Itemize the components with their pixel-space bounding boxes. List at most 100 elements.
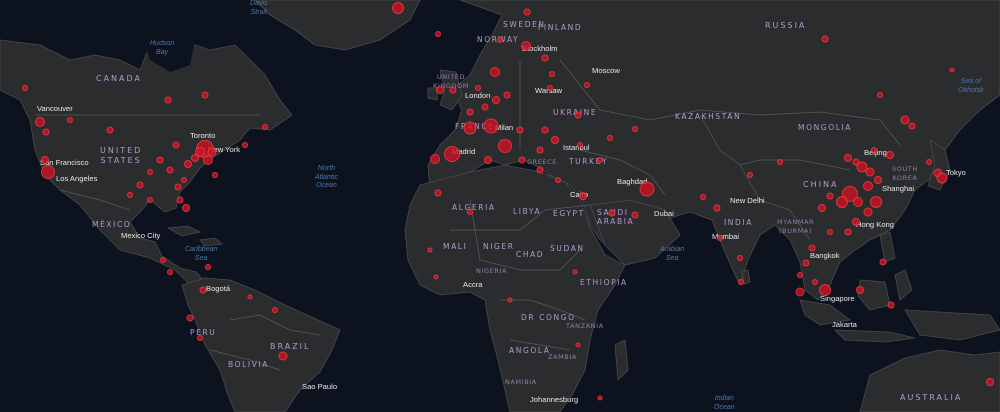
case-bubble[interactable] xyxy=(608,209,616,217)
case-bubble[interactable] xyxy=(172,141,180,149)
case-bubble[interactable] xyxy=(436,86,444,94)
case-bubble[interactable] xyxy=(574,111,582,119)
case-bubble[interactable] xyxy=(272,307,278,313)
case-bubble[interactable] xyxy=(821,35,829,43)
case-bubble[interactable] xyxy=(877,92,883,98)
case-bubble[interactable] xyxy=(199,286,207,294)
case-bubble[interactable] xyxy=(136,181,144,189)
case-bubble[interactable] xyxy=(863,181,873,191)
case-bubble[interactable] xyxy=(203,155,213,165)
case-bubble[interactable] xyxy=(498,139,512,153)
case-bubble[interactable] xyxy=(106,126,114,134)
case-bubble[interactable] xyxy=(949,67,955,73)
case-bubble[interactable] xyxy=(886,151,894,159)
case-bubble[interactable] xyxy=(836,196,848,208)
case-bubble[interactable] xyxy=(278,351,288,361)
case-bubble[interactable] xyxy=(201,91,209,99)
case-bubble[interactable] xyxy=(579,192,587,200)
case-bubble[interactable] xyxy=(160,257,166,263)
case-bubble[interactable] xyxy=(737,255,743,261)
case-bubble[interactable] xyxy=(463,121,477,135)
case-bubble[interactable] xyxy=(819,284,831,296)
case-bubble[interactable] xyxy=(717,235,723,241)
case-bubble[interactable] xyxy=(127,192,133,198)
case-bubble[interactable] xyxy=(818,204,826,212)
case-bubble[interactable] xyxy=(156,156,164,164)
case-bubble[interactable] xyxy=(597,157,603,163)
case-bubble[interactable] xyxy=(584,82,590,88)
case-bubble[interactable] xyxy=(812,279,818,285)
case-bubble[interactable] xyxy=(181,177,187,183)
case-bubble[interactable] xyxy=(22,85,28,91)
case-bubble[interactable] xyxy=(444,146,460,162)
case-bubble[interactable] xyxy=(41,165,55,179)
case-bubble[interactable] xyxy=(713,204,721,212)
case-bubble[interactable] xyxy=(262,124,268,130)
case-bubble[interactable] xyxy=(575,342,581,348)
case-bubble[interactable] xyxy=(879,258,887,266)
case-bubble[interactable] xyxy=(35,117,45,127)
case-bubble[interactable] xyxy=(555,177,561,183)
case-bubble[interactable] xyxy=(863,207,873,217)
case-bubble[interactable] xyxy=(802,259,810,267)
case-bubble[interactable] xyxy=(631,211,639,219)
case-bubble[interactable] xyxy=(607,135,613,141)
world-map[interactable]: Hudson Bay Davis Strait North Atlantic O… xyxy=(0,0,1000,412)
case-bubble[interactable] xyxy=(242,142,248,148)
case-bubble[interactable] xyxy=(41,156,49,164)
case-bubble[interactable] xyxy=(865,167,875,177)
case-bubble[interactable] xyxy=(632,126,638,132)
case-bubble[interactable] xyxy=(167,269,173,275)
case-bubble[interactable] xyxy=(572,269,578,275)
case-bubble[interactable] xyxy=(433,274,439,280)
case-bubble[interactable] xyxy=(577,142,583,148)
case-bubble[interactable] xyxy=(936,172,948,184)
case-bubble[interactable] xyxy=(871,147,877,153)
case-bubble[interactable] xyxy=(503,91,511,99)
case-bubble[interactable] xyxy=(483,118,499,134)
case-bubble[interactable] xyxy=(547,85,553,91)
case-bubble[interactable] xyxy=(186,314,194,322)
case-bubble[interactable] xyxy=(549,71,555,77)
case-bubble[interactable] xyxy=(516,126,524,134)
case-bubble[interactable] xyxy=(639,181,655,197)
case-bubble[interactable] xyxy=(434,189,442,197)
case-bubble[interactable] xyxy=(597,395,603,401)
case-bubble[interactable] xyxy=(247,294,253,300)
case-bubble[interactable] xyxy=(827,229,833,235)
case-bubble[interactable] xyxy=(747,172,753,178)
case-bubble[interactable] xyxy=(481,103,489,111)
case-bubble[interactable] xyxy=(844,154,852,162)
case-bubble[interactable] xyxy=(435,31,441,37)
case-bubble[interactable] xyxy=(166,166,174,174)
case-bubble[interactable] xyxy=(197,335,203,341)
case-bubble[interactable] xyxy=(856,286,864,294)
case-bubble[interactable] xyxy=(986,378,994,386)
case-bubble[interactable] xyxy=(212,172,218,178)
case-bubble[interactable] xyxy=(826,192,834,200)
case-bubble[interactable] xyxy=(844,228,852,236)
case-bubble[interactable] xyxy=(427,247,433,253)
case-bubble[interactable] xyxy=(874,176,882,184)
case-bubble[interactable] xyxy=(808,244,816,252)
case-bubble[interactable] xyxy=(797,272,803,278)
case-bubble[interactable] xyxy=(430,154,440,164)
case-bubble[interactable] xyxy=(853,197,863,207)
case-bubble[interactable] xyxy=(541,54,549,62)
case-bubble[interactable] xyxy=(184,160,192,168)
case-bubble[interactable] xyxy=(852,218,860,226)
case-bubble[interactable] xyxy=(484,156,492,164)
case-bubble[interactable] xyxy=(738,279,744,285)
case-bubble[interactable] xyxy=(795,287,805,297)
case-bubble[interactable] xyxy=(908,122,916,130)
case-bubble[interactable] xyxy=(42,128,50,136)
case-bubble[interactable] xyxy=(475,85,481,91)
case-bubble[interactable] xyxy=(176,196,184,204)
case-bubble[interactable] xyxy=(205,264,211,270)
case-bubble[interactable] xyxy=(67,117,73,123)
case-bubble[interactable] xyxy=(518,156,526,164)
case-bubble[interactable] xyxy=(467,209,473,215)
case-bubble[interactable] xyxy=(926,159,932,165)
case-bubble[interactable] xyxy=(497,37,503,43)
case-bubble[interactable] xyxy=(147,169,153,175)
